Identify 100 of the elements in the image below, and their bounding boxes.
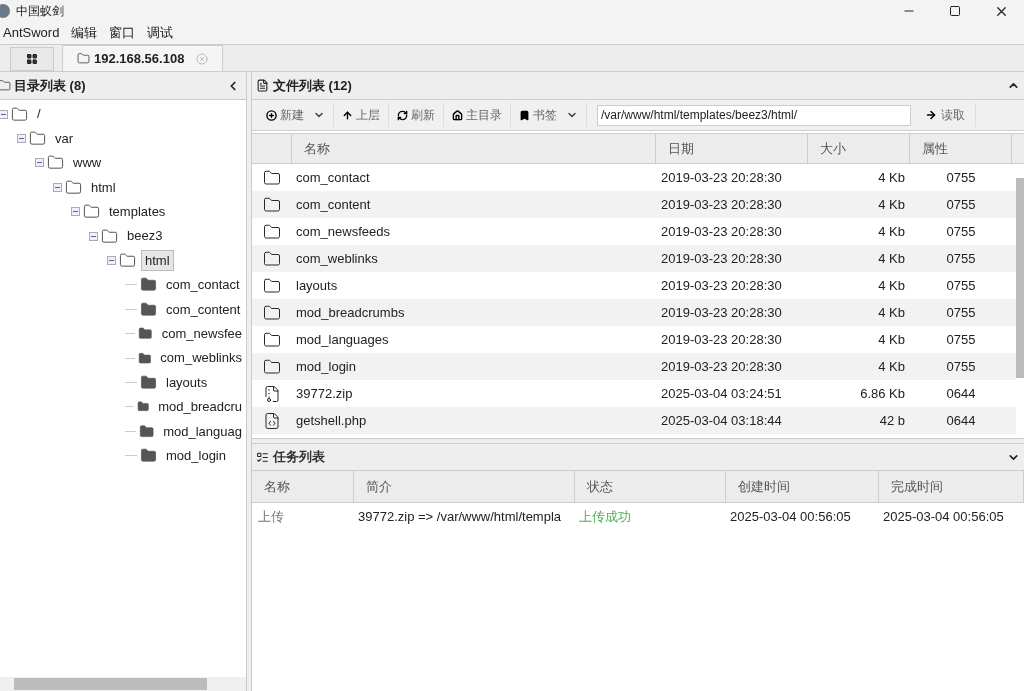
- tree-item[interactable]: html: [141, 249, 174, 272]
- tree-item[interactable]: mod_breadcru: [154, 396, 246, 418]
- toolbar-button[interactable]: 新建: [258, 103, 334, 127]
- file-date: 2019-03-23 20:28:30: [660, 249, 783, 268]
- file-name: layouts: [295, 276, 339, 295]
- path-field[interactable]: /var/www/html/templates/beez3/html/: [597, 104, 911, 126]
- column-header[interactable]: 名称: [252, 471, 354, 502]
- arrow-right-icon: [925, 109, 937, 121]
- list-icon: [256, 450, 269, 464]
- folder-icon: [263, 195, 281, 214]
- file-name: mod_breadcrumbs: [295, 303, 406, 322]
- column-header[interactable]: 名称: [292, 134, 656, 163]
- folder-icon: [0, 79, 11, 92]
- folder-icon: [77, 52, 90, 65]
- horizontal-scrollbar[interactable]: [0, 677, 246, 691]
- column-header[interactable]: 日期: [656, 134, 808, 163]
- toolbar-button[interactable]: 刷新: [389, 103, 444, 127]
- collapse-toggle-icon[interactable]: [0, 109, 8, 119]
- app-logo-icon: [0, 4, 10, 18]
- column-header[interactable]: 简介: [354, 471, 575, 502]
- menu-item[interactable]: 调试: [141, 23, 180, 43]
- folder-icon: [263, 222, 281, 241]
- task-status: 上传成功: [578, 508, 632, 527]
- file-row[interactable]: com_weblinks 2019-03-23 20:28:30 4 Kb 0755: [252, 245, 1016, 272]
- folder-icon: [263, 168, 281, 187]
- file-date: 2019-03-23 20:28:30: [660, 357, 783, 376]
- file-size: 4 Kb: [877, 195, 906, 214]
- vertical-scrollbar[interactable]: [1016, 178, 1024, 378]
- toolbar-button[interactable]: 主目录: [444, 103, 511, 127]
- file-size: 4 Kb: [877, 330, 906, 349]
- collapse-toggle-icon[interactable]: [35, 158, 44, 168]
- file-size: 4 Kb: [877, 276, 906, 295]
- file-date: 2019-03-23 20:28:30: [660, 330, 783, 349]
- folder-icon: [263, 330, 281, 349]
- folder-icon: [119, 252, 136, 270]
- file-size: 6.86 Kb: [859, 384, 906, 403]
- tree-item[interactable]: var: [51, 127, 78, 150]
- file-row[interactable]: mod_breadcrumbs 2019-03-23 20:28:30 4 Kb 0755: [252, 299, 1016, 326]
- tree-item[interactable]: com_weblinks: [156, 347, 246, 369]
- file-permission: 0755: [945, 222, 977, 241]
- collapse-toggle-icon[interactable]: [53, 182, 62, 192]
- file-name: getshell.php: [295, 411, 368, 430]
- file-name: com_weblinks: [295, 249, 379, 268]
- collapse-toggle-icon[interactable]: [89, 231, 98, 241]
- folder-icon: [11, 105, 28, 123]
- task-brief: 39772.zip => /var/www/html/templa: [357, 508, 563, 527]
- file-size: 4 Kb: [877, 222, 906, 241]
- collapse-toggle-icon[interactable]: [71, 207, 80, 217]
- tree-item[interactable]: com_contact: [162, 274, 244, 296]
- toolbar-button[interactable]: 上层: [334, 103, 389, 127]
- tree-item[interactable]: com_newsfee: [157, 322, 246, 345]
- menu-item[interactable]: 窗口: [103, 23, 142, 43]
- tree-item[interactable]: templates: [105, 201, 170, 223]
- folder-icon: [263, 249, 281, 268]
- column-header[interactable]: 创建时间: [726, 471, 879, 502]
- column-header[interactable]: 大小: [808, 134, 910, 163]
- file-permission: 0644: [945, 411, 977, 430]
- toolbar-button[interactable]: 书签: [511, 103, 587, 127]
- tree-item[interactable]: /: [33, 103, 45, 125]
- tree-item[interactable]: beez3: [123, 225, 167, 247]
- file-name: com_contact: [295, 168, 371, 187]
- tree-item[interactable]: layouts: [162, 371, 212, 394]
- bookmark-icon: [519, 109, 530, 121]
- read-button[interactable]: 读取: [921, 103, 976, 127]
- file-permission: 0755: [945, 168, 977, 187]
- task-created-time: 2025-03-04 00:56:05: [729, 508, 852, 527]
- folder-icon: [140, 447, 157, 465]
- folder-icon: [263, 276, 281, 295]
- grid-tab[interactable]: [10, 47, 54, 71]
- tree-item[interactable]: html: [87, 176, 120, 199]
- file-size: 4 Kb: [877, 249, 906, 268]
- file-size: 4 Kb: [877, 168, 906, 187]
- collapse-toggle-icon[interactable]: [107, 256, 116, 266]
- column-header[interactable]: 属性: [910, 134, 1012, 163]
- tab[interactable]: 192.168.56.108: [62, 45, 224, 71]
- collapse-toggle-icon[interactable]: [17, 134, 26, 144]
- task-finished-time: 2025-03-04 00:56:05: [882, 508, 1005, 527]
- file-name: mod_login: [295, 357, 357, 376]
- tree-item[interactable]: mod_languag: [159, 420, 246, 442]
- file-row[interactable]: com_content 2019-03-23 20:28:30 4 Kb 0755: [252, 191, 1016, 218]
- folder-icon: [140, 276, 157, 294]
- column-header[interactable]: 状态: [575, 471, 726, 502]
- tree-item[interactable]: www: [69, 152, 106, 174]
- maximize-icon: [949, 5, 961, 17]
- file-row[interactable]: getshell.php 2025-03-04 03:18:44 42 b 0644: [252, 407, 1016, 434]
- code-file-icon: [263, 411, 281, 430]
- file-permission: 0644: [945, 384, 977, 403]
- file-date: 2025-03-04 03:18:44: [660, 411, 783, 430]
- column-header[interactable]: 完成时间: [879, 471, 1024, 502]
- folder-icon: [140, 374, 157, 391]
- file-row[interactable]: mod_login 2019-03-23 20:28:30 4 Kb 0755: [252, 353, 1016, 380]
- menu-item[interactable]: AntSword: [0, 23, 66, 43]
- panel-title: 任务列表: [273, 448, 325, 467]
- menu-item[interactable]: 编辑: [65, 23, 104, 43]
- tree-item[interactable]: com_content: [162, 298, 245, 321]
- refresh-icon: [397, 109, 408, 121]
- file-name: com_content: [295, 195, 372, 214]
- tree-item[interactable]: mod_login: [162, 444, 230, 467]
- folder-icon: [29, 130, 46, 148]
- folder-icon: [138, 422, 155, 440]
